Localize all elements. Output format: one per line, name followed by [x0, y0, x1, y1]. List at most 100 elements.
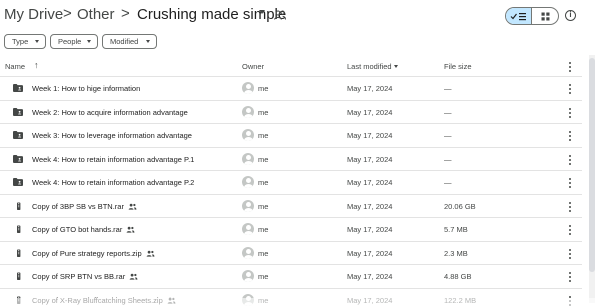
more-vert-icon[interactable] [569, 225, 572, 235]
file-size: 5.7 MB [444, 225, 468, 234]
more-vert-icon[interactable] [569, 248, 572, 259]
more-vert-icon[interactable] [569, 154, 572, 165]
owner-name: me [258, 84, 269, 93]
owner-name: me [258, 131, 269, 140]
zip-file-icon [17, 225, 21, 233]
file-size: — [444, 84, 452, 93]
avatar [242, 152, 254, 165]
filter-modified-label: Modified [110, 37, 139, 46]
chevron-down-icon [35, 40, 39, 43]
file-size: 4.88 GB [444, 272, 472, 281]
grid-icon [541, 12, 549, 20]
folder-person-icon [13, 107, 23, 116]
info-icon[interactable] [565, 10, 576, 21]
avatar [242, 270, 254, 282]
list-fade [0, 298, 600, 307]
chevron-down-icon [87, 40, 91, 43]
filter-people-chip[interactable]: People [50, 34, 98, 49]
header-bar: My Drive > Other > Crushing made simple [0, 0, 600, 32]
owner-name: me [258, 154, 269, 164]
file-name[interactable]: Week 4: How to retain information advant… [32, 155, 194, 164]
table-row[interactable]: Copy of Pure strategy reports.zip me May 1… [0, 242, 582, 265]
arrow-up-icon[interactable]: ↑ [34, 60, 39, 70]
file-name[interactable]: Copy of SRP BTN vs BB.rar [32, 272, 125, 281]
zip-file-icon [17, 272, 21, 280]
table-row[interactable]: Week 4: How to retain information advant… [0, 171, 582, 195]
owner-name: me [258, 225, 269, 234]
last-modified-date: May 17, 2024 [347, 248, 393, 258]
filter-modified-chip[interactable]: Modified [102, 34, 157, 49]
file-name[interactable]: Week 3: How to leverage information adva… [32, 131, 192, 140]
sort-caret-icon[interactable] [394, 65, 398, 68]
table-row[interactable]: Week 2: How to acquire information advan… [0, 101, 582, 124]
last-modified-date: May 17, 2024 [347, 131, 393, 140]
table-row[interactable]: Week 3: How to leverage information adva… [0, 124, 582, 148]
file-name[interactable]: Copy of GTO bot hands.rar [32, 225, 122, 234]
file-name[interactable]: Week 4: How to retain information advant… [32, 178, 194, 187]
shared-people-icon [128, 203, 137, 210]
table-row[interactable]: Copy of 3BP SB vs BTN.rar me May 17, 2024 2… [0, 195, 582, 218]
filter-type-chip[interactable]: Type [4, 34, 46, 49]
file-size: 20.06 GB [444, 201, 476, 211]
last-modified-date: May 17, 2024 [347, 154, 393, 164]
owner-name: me [258, 201, 269, 211]
avatar [242, 246, 254, 259]
folder-person-icon [13, 154, 23, 163]
column-options-more-icon[interactable] [569, 62, 572, 72]
folder-person-icon [13, 131, 23, 139]
avatar [242, 176, 254, 188]
file-name[interactable]: Week 2: How to acquire information advan… [32, 108, 188, 117]
more-vert-icon[interactable] [569, 107, 572, 118]
table-row[interactable]: Copy of GTO bot hands.rar me May 17, 2024 5… [0, 218, 582, 242]
file-name[interactable]: Week 1: How to hige information [32, 84, 140, 93]
last-modified-date: May 17, 2024 [347, 225, 393, 234]
table-row[interactable]: Copy of SRP BTN vs BB.rar me May 17, 2024 4… [0, 265, 582, 289]
zip-file-icon [17, 202, 21, 210]
chevron-down-icon [146, 40, 150, 43]
folder-menu-caret-icon[interactable] [259, 10, 265, 14]
table-row[interactable]: Week 4: How to retain information advant… [0, 148, 582, 171]
scrollbar-thumb[interactable] [589, 58, 595, 272]
file-size: 2.3 MB [444, 248, 468, 258]
avatar [242, 129, 254, 141]
more-vert-icon[interactable] [569, 272, 572, 282]
more-vert-icon[interactable] [569, 131, 572, 141]
view-toggle [505, 7, 559, 25]
shared-people-icon [129, 273, 138, 280]
last-modified-date: May 17, 2024 [347, 201, 393, 211]
list-view-button[interactable] [506, 8, 533, 24]
file-size: — [444, 131, 452, 140]
avatar [242, 199, 254, 212]
more-vert-icon[interactable] [569, 84, 572, 94]
file-name[interactable]: Copy of Pure strategy reports.zip [32, 249, 142, 258]
column-header-name[interactable]: Name [5, 62, 25, 71]
column-header-last-modified[interactable]: Last modified [347, 62, 392, 71]
last-modified-date: May 17, 2024 [347, 178, 393, 187]
grid-view-button[interactable] [532, 8, 558, 24]
owner-name: me [258, 107, 269, 117]
breadcrumb-separator: > [63, 5, 72, 22]
file-name[interactable]: Copy of 3BP SB vs BTN.rar [32, 202, 124, 211]
avatar [242, 223, 254, 235]
breadcrumb-current-folder[interactable]: Crushing made simple [137, 6, 286, 23]
avatar [242, 105, 254, 118]
more-vert-icon[interactable] [569, 201, 572, 212]
table-row[interactable]: Week 1: How to hige information me May 17,… [0, 77, 582, 101]
column-header-file-size: File size [444, 62, 472, 71]
owner-name: me [258, 272, 269, 281]
shared-people-icon [126, 226, 135, 233]
file-size: — [444, 154, 452, 164]
folder-person-icon [13, 84, 23, 92]
file-size: — [444, 178, 452, 187]
checkmark-list-icon [510, 12, 526, 20]
zip-file-icon [17, 249, 21, 257]
breadcrumb-my-drive[interactable]: My Drive [4, 6, 63, 23]
folder-person-icon [13, 178, 23, 186]
last-modified-date: May 17, 2024 [347, 84, 393, 93]
file-size: — [444, 107, 452, 117]
filter-type-label: Type [12, 37, 29, 46]
more-vert-icon[interactable] [569, 178, 572, 188]
column-header-owner: Owner [242, 62, 265, 71]
breadcrumb-other[interactable]: Other [77, 6, 115, 23]
filter-people-label: People [58, 37, 82, 46]
